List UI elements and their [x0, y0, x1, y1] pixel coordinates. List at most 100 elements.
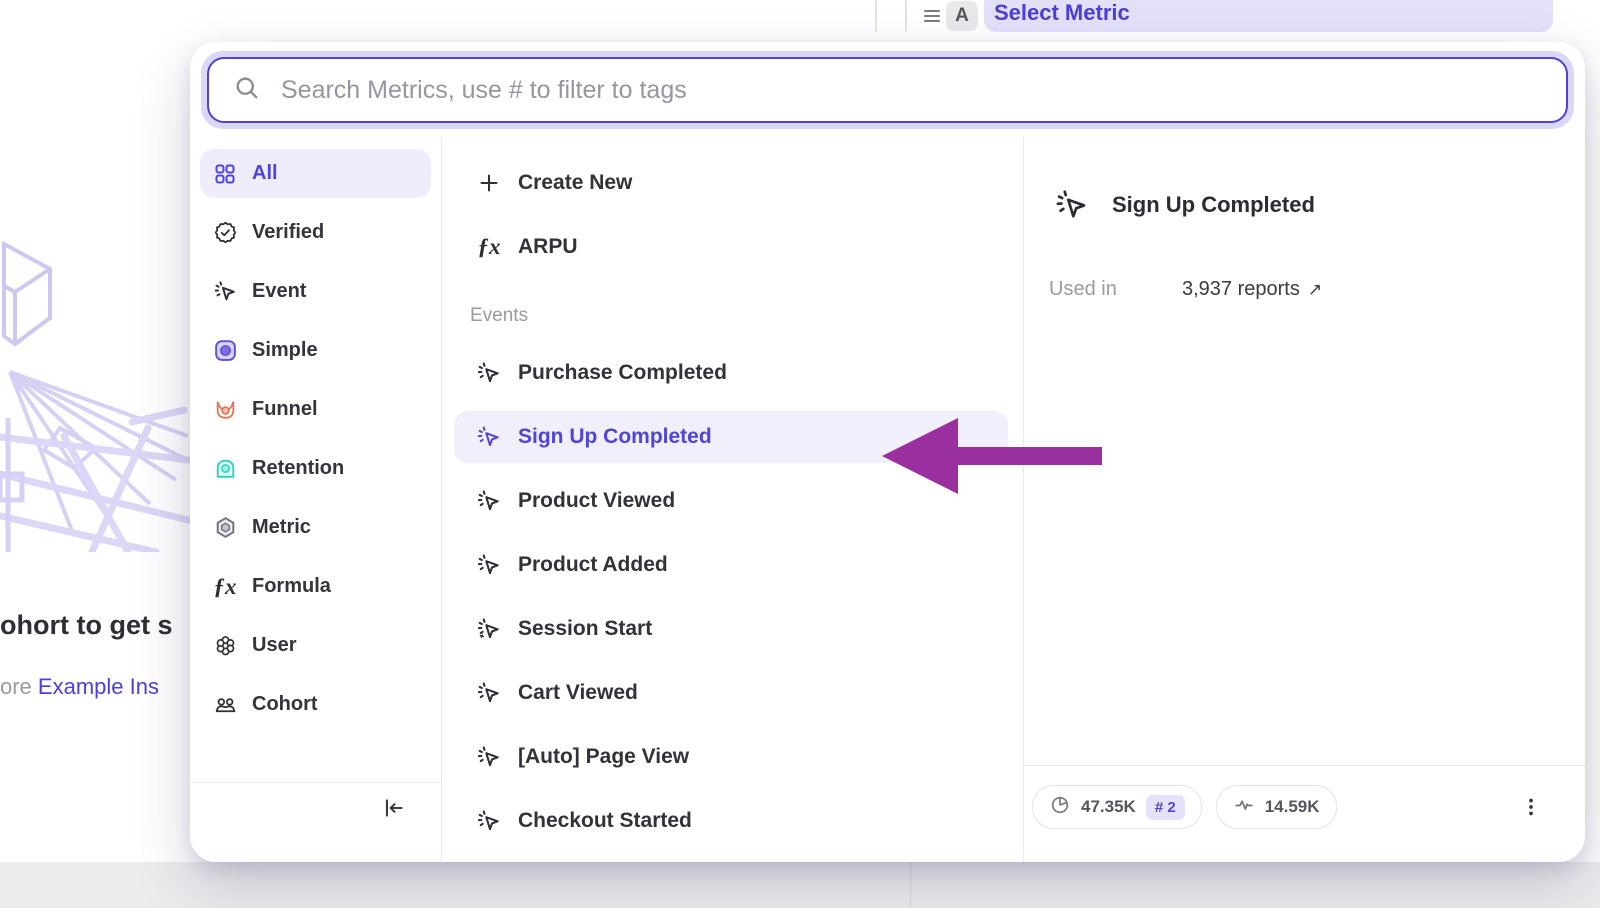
- list-item-event[interactable]: Product Added: [454, 539, 1008, 591]
- used-in-row: Used in 3,937 reports↗: [1039, 278, 1585, 301]
- stat-value: 14.59K: [1265, 797, 1320, 817]
- list-item-label: Cart Viewed: [518, 681, 638, 705]
- rank-chip[interactable]: # 2: [1146, 795, 1185, 820]
- formula-icon: ƒx: [212, 574, 238, 600]
- create-new-label: Create New: [518, 171, 632, 195]
- sidebar-item-label: Formula: [252, 575, 331, 598]
- simple-icon: [212, 338, 238, 364]
- sidebar-item-label: All: [252, 162, 278, 185]
- event-icon: [476, 552, 502, 578]
- event-icon: [476, 744, 502, 770]
- event-icon: [476, 488, 502, 514]
- sidebar-item-label: Metric: [252, 516, 311, 539]
- sidebar-item-simple[interactable]: Simple: [200, 326, 431, 375]
- list-item-event-selected[interactable]: Sign Up Completed: [454, 411, 1008, 463]
- create-new-button[interactable]: Create New: [454, 157, 1008, 209]
- list-item-label: Purchase Completed: [518, 361, 727, 385]
- stat-value: 47.35K: [1081, 797, 1136, 817]
- user-icon: [212, 633, 238, 659]
- select-metric-field[interactable]: Select Metric: [984, 0, 1553, 32]
- list-item-label: Product Added: [518, 553, 668, 577]
- event-icon: [476, 616, 502, 642]
- sidebar-item-label: Cohort: [252, 693, 318, 716]
- background-heading-fragment: ohort to get s: [0, 610, 172, 641]
- used-in-label: Used in: [1039, 278, 1182, 301]
- list-item-event[interactable]: Purchase Completed: [454, 347, 1008, 399]
- sidebar-item-label: Verified: [252, 221, 324, 244]
- sidebar-item-user[interactable]: User: [200, 621, 431, 670]
- activity-count-badge[interactable]: 14.59K: [1216, 785, 1337, 829]
- sidebar-item-retention[interactable]: Retention: [200, 444, 431, 493]
- background-footer-band: [0, 862, 1600, 908]
- event-icon: [476, 680, 502, 706]
- list-item-event[interactable]: [Auto] Page View: [454, 731, 1008, 783]
- list-item-label: ARPU: [518, 235, 578, 259]
- example-insights-link[interactable]: Example Ins: [38, 674, 159, 699]
- pulse-icon: [1233, 794, 1255, 821]
- funnel-icon: [212, 397, 238, 423]
- list-item-label: Session Start: [518, 617, 652, 641]
- collapse-left-icon[interactable]: [381, 795, 407, 862]
- sidebar-item-label: Event: [252, 280, 306, 303]
- background-illustration: [0, 222, 190, 552]
- event-icon: [476, 424, 502, 450]
- search-focus-ring: [201, 51, 1574, 129]
- background-subline: ore Example Ins: [0, 674, 159, 700]
- sidebar-footer: [190, 782, 441, 862]
- select-metric-label: Select Metric: [994, 0, 1130, 26]
- sidebar-item-verified[interactable]: Verified: [200, 208, 431, 257]
- sidebar-item-funnel[interactable]: Funnel: [200, 385, 431, 434]
- sidebar-item-cohort[interactable]: Cohort: [200, 680, 431, 729]
- list-item-event[interactable]: Session Start: [454, 603, 1008, 655]
- list-item-label: [Auto] Page View: [518, 745, 689, 769]
- pie-chart-icon: [1049, 794, 1071, 821]
- event-icon: [212, 279, 238, 305]
- panel-divider: [875, 0, 877, 32]
- sidebar-item-event[interactable]: Event: [200, 267, 431, 316]
- subline-prefix: ore: [0, 674, 38, 699]
- kebab-menu-icon[interactable]: [1517, 793, 1545, 821]
- sidebar-item-label: Retention: [252, 457, 344, 480]
- sidebar-item-label: User: [252, 634, 296, 657]
- external-link-icon: ↗: [1308, 280, 1322, 300]
- list-item-event[interactable]: Checkout Started: [454, 795, 1008, 847]
- sidebar-item-metric[interactable]: Metric: [200, 503, 431, 552]
- series-letter: A: [955, 5, 969, 27]
- sidebar-item-label: Simple: [252, 339, 318, 362]
- plus-icon: [476, 170, 502, 196]
- sidebar-item-formula[interactable]: ƒx Formula: [200, 562, 431, 611]
- list-item-arpu[interactable]: ƒx ARPU: [454, 221, 1008, 273]
- list-item-label: Product Viewed: [518, 489, 675, 513]
- detail-footer: 47.35K # 2 14.59K: [1024, 765, 1585, 862]
- list-item-event[interactable]: Cart Viewed: [454, 667, 1008, 719]
- event-icon: [1054, 187, 1090, 223]
- list-item-label: Sign Up Completed: [518, 425, 712, 449]
- used-in-value[interactable]: 3,937 reports↗: [1182, 278, 1322, 301]
- drag-handle-icon[interactable]: [922, 3, 942, 34]
- total-count-badge[interactable]: 47.35K # 2: [1032, 785, 1202, 829]
- background-toolbar: A Select Metric: [0, 0, 1600, 32]
- sidebar-item-label: Funnel: [252, 398, 318, 421]
- events-section-label: Events: [454, 285, 1023, 347]
- detail-title: Sign Up Completed: [1112, 192, 1315, 218]
- verified-icon: [212, 220, 238, 246]
- search-input[interactable]: [279, 75, 1542, 106]
- metric-picker-dialog: All Verified Event: [190, 42, 1585, 862]
- formula-icon: ƒx: [476, 234, 502, 260]
- list-item-event[interactable]: Product Viewed: [454, 475, 1008, 527]
- dialog-content: All Verified Event: [190, 137, 1585, 862]
- series-a-badge[interactable]: A: [946, 1, 978, 31]
- list-item-label: Checkout Started: [518, 809, 692, 833]
- metric-list: Create New ƒx ARPU Events Purchase Compl…: [442, 137, 1024, 862]
- sidebar-item-all[interactable]: All: [200, 149, 431, 198]
- cohort-icon: [212, 692, 238, 718]
- event-icon: [476, 808, 502, 834]
- metric-icon: [212, 515, 238, 541]
- metric-detail-panel: Sign Up Completed Used in 3,937 reports↗…: [1024, 137, 1585, 862]
- panel-divider: [905, 0, 907, 32]
- event-icon: [476, 360, 502, 386]
- grid-icon: [212, 161, 238, 187]
- search-icon: [233, 74, 261, 107]
- retention-icon: [212, 456, 238, 482]
- search-box: [207, 57, 1568, 123]
